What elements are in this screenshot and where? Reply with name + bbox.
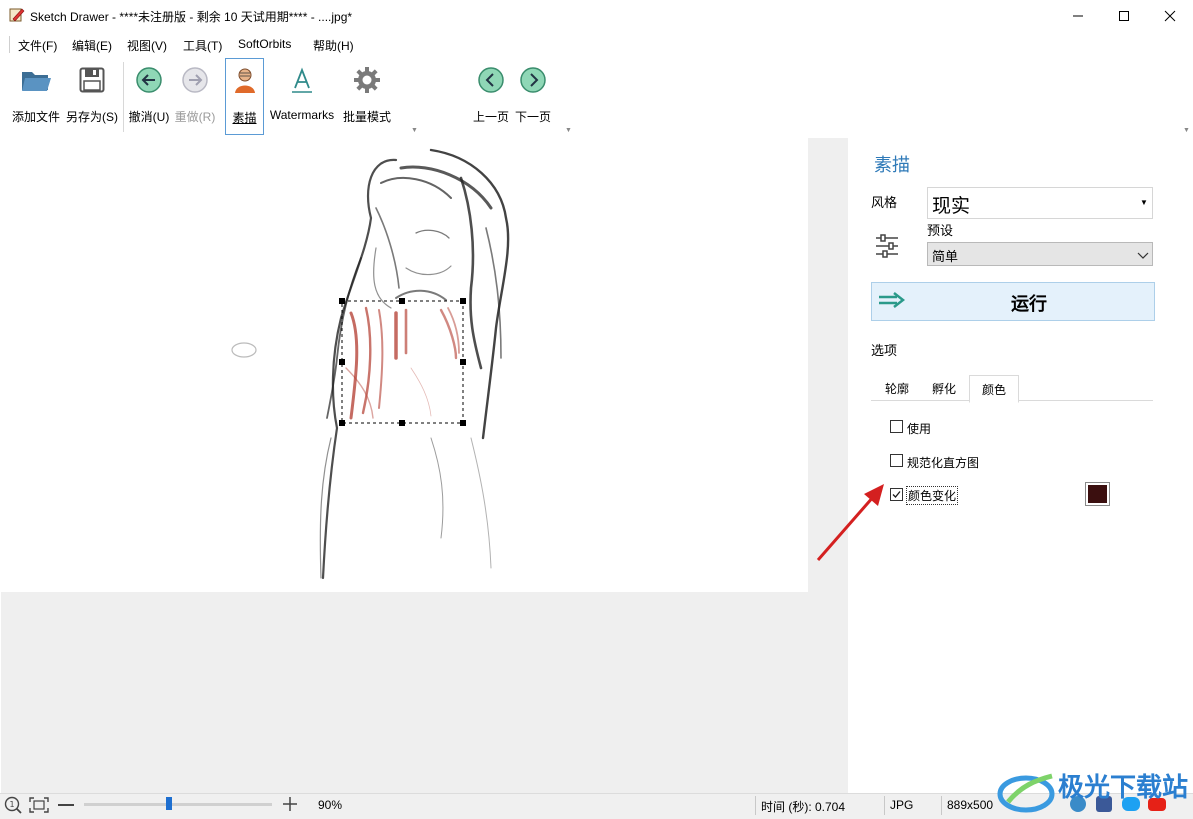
- site-watermark-logo: [996, 766, 1056, 819]
- file-format: JPG: [890, 798, 914, 812]
- run-label: 运行: [1011, 294, 1047, 314]
- sketch-portrait-icon: [229, 65, 261, 97]
- svg-text:1: 1: [10, 800, 15, 809]
- group-expand-icon[interactable]: ▼: [411, 127, 418, 134]
- zoom-out-icon[interactable]: [58, 804, 74, 806]
- toolbar-separator: [123, 62, 124, 132]
- menu-softorbits[interactable]: SoftOrbits: [238, 37, 291, 51]
- status-separator: [884, 796, 885, 815]
- preset-dropdown[interactable]: [927, 242, 1153, 266]
- maximize-button[interactable]: [1101, 0, 1147, 32]
- status-separator: [755, 796, 756, 815]
- normalize-histogram-label: 规范化直方图: [907, 456, 980, 470]
- minimize-button[interactable]: [1055, 0, 1101, 32]
- redo-label: 重做(R): [174, 110, 216, 124]
- zoom-actual-icon[interactable]: 1: [4, 796, 22, 817]
- use-label: 使用: [907, 422, 932, 436]
- undo-label: 撤消(U): [128, 110, 170, 124]
- annotation-arrow-icon: [812, 480, 892, 568]
- zoom-slider-thumb[interactable]: [165, 797, 172, 810]
- next-page-icon: [517, 64, 549, 96]
- tab-hatching[interactable]: 孵化: [922, 375, 966, 401]
- batch-mode-label: 批量模式: [342, 110, 391, 124]
- zoom-level: 90%: [318, 798, 343, 812]
- menu-file[interactable]: 文件(F): [18, 37, 57, 54]
- menu-grip: [9, 36, 10, 53]
- processing-time: 时间 (秒): 0.704: [761, 800, 846, 814]
- sketch-image[interactable]: [1, 138, 808, 592]
- image-dimensions: 889x500: [947, 798, 994, 812]
- prev-page-button[interactable]: 上一页: [471, 58, 511, 134]
- chevron-down-icon: [1137, 249, 1149, 263]
- next-page-label: 下一页: [514, 110, 551, 124]
- options-label: 选项: [871, 343, 898, 358]
- batch-mode-button[interactable]: 批量模式: [340, 58, 394, 134]
- tab-outline-label: 轮廓: [884, 381, 909, 396]
- forward-arrow-icon: [179, 64, 211, 96]
- back-arrow-icon: [133, 64, 165, 96]
- run-arrow-icon: [877, 290, 906, 313]
- toolbar-expand-icon[interactable]: ▼: [1183, 127, 1190, 134]
- tab-outline[interactable]: 轮廓: [876, 375, 918, 401]
- text-a-icon: [286, 64, 318, 96]
- tab-hatching-label: 孵化: [931, 381, 956, 396]
- sketch-button[interactable]: 素描: [225, 58, 264, 135]
- gear-icon: [351, 64, 383, 96]
- preset-label: 预设: [927, 223, 954, 238]
- menu-help[interactable]: 帮助(H): [313, 37, 354, 54]
- menu-edit[interactable]: 编辑(E): [72, 37, 112, 54]
- sketch-label: 素描: [232, 111, 257, 125]
- prev-page-icon: [475, 64, 507, 96]
- open-folder-icon: [20, 64, 52, 96]
- menu-view[interactable]: 视图(V): [127, 37, 167, 54]
- color-change-label: 颜色变化: [906, 486, 959, 505]
- tab-color[interactable]: 颜色: [969, 375, 1019, 403]
- group-expand-icon[interactable]: ▼: [565, 127, 572, 134]
- add-file-label: 添加文件: [11, 110, 60, 124]
- close-button[interactable]: [1147, 0, 1193, 32]
- sliders-icon: [874, 233, 900, 259]
- normalize-histogram-checkbox[interactable]: [890, 454, 903, 467]
- style-value: 现实: [932, 196, 971, 217]
- window-title: Sketch Drawer - ****未注册版 - 剩余 10 天试用期***…: [30, 10, 353, 24]
- watermarks-button[interactable]: Watermarks: [266, 58, 338, 134]
- next-page-button[interactable]: 下一页: [513, 58, 553, 134]
- tab-color-label: 颜色: [981, 382, 1006, 397]
- preset-value: 简单: [932, 249, 959, 264]
- status-separator: [941, 796, 942, 815]
- style-label: 风格: [871, 195, 898, 210]
- use-checkbox[interactable]: [890, 420, 903, 433]
- fit-window-icon[interactable]: [29, 797, 49, 816]
- zoom-slider-track[interactable]: [84, 803, 272, 806]
- add-file-button[interactable]: 添加文件: [10, 58, 62, 134]
- save-as-label: 另存为(S): [66, 110, 118, 124]
- site-watermark-text: 极光下载站: [1058, 773, 1189, 803]
- menu-tools[interactable]: 工具(T): [183, 37, 222, 54]
- zoom-in-icon[interactable]: [282, 796, 298, 815]
- save-disk-icon: [76, 64, 108, 96]
- sketch-drawing: [231, 148, 510, 580]
- redo-button[interactable]: 重做(R): [174, 58, 216, 134]
- dropdown-arrow-icon: ▼: [1140, 198, 1148, 207]
- watermarks-label: Watermarks: [269, 108, 335, 122]
- save-as-button[interactable]: 另存为(S): [64, 58, 120, 134]
- color-swatch-button[interactable]: [1085, 482, 1110, 506]
- menu-bar: [0, 32, 1193, 56]
- undo-button[interactable]: 撤消(U): [128, 58, 170, 134]
- checkmark-icon: [892, 491, 901, 498]
- prev-page-label: 上一页: [472, 110, 509, 124]
- panel-title: 素描: [874, 155, 910, 175]
- app-logo-icon: [9, 7, 25, 23]
